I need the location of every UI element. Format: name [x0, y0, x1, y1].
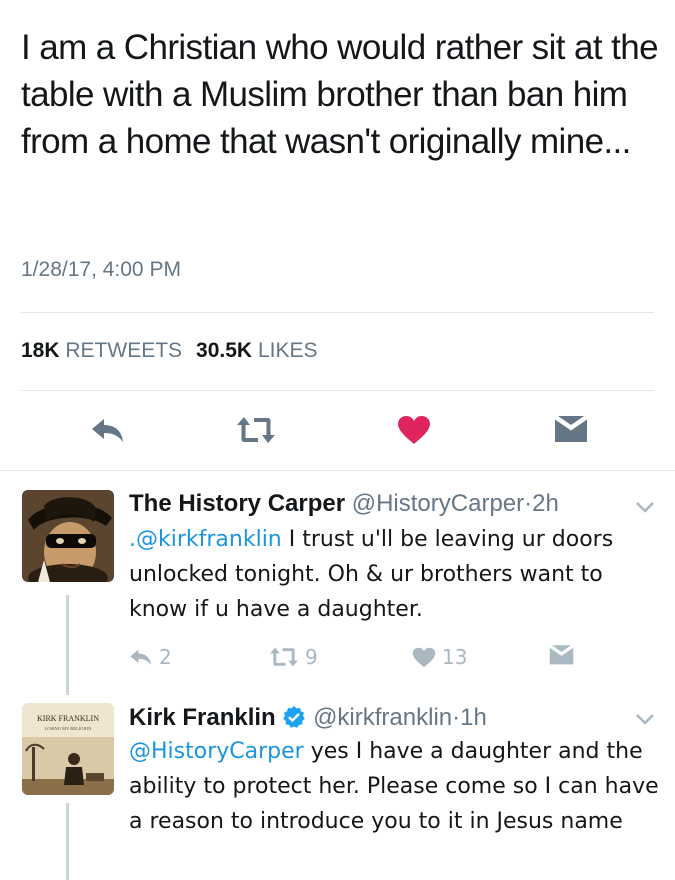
retweet-icon	[237, 417, 275, 443]
avatar-subtitle: LOSING MY RELIGION	[44, 726, 92, 731]
user-handle[interactable]: @HistoryCarper	[352, 490, 524, 517]
envelope-icon	[554, 416, 588, 442]
likes-stat[interactable]: 30.5K LIKES	[196, 339, 317, 362]
avatar-image	[22, 490, 114, 582]
reply-header: Kirk Franklin @kirkfranklin·1h	[129, 704, 487, 732]
main-tweet-actions	[0, 400, 675, 460]
envelope-icon	[549, 645, 574, 665]
retweets-count: 18K	[21, 339, 60, 362]
like-button[interactable]	[394, 412, 434, 448]
tweet-time[interactable]: 1h	[460, 704, 487, 731]
reply-button[interactable]	[88, 412, 128, 448]
main-tweet-timestamp[interactable]: 1/28/17, 4:00 PM	[21, 258, 181, 282]
heart-icon	[398, 416, 430, 444]
divider	[0, 470, 675, 471]
reply-button[interactable]: 2	[129, 645, 172, 669]
user-handle[interactable]: @kirkfranklin	[313, 704, 452, 731]
mention-link[interactable]: @HistoryCarper	[129, 739, 304, 764]
chevron-down-icon[interactable]	[635, 500, 655, 514]
separator-dot: ·	[452, 704, 461, 731]
chevron-down-icon[interactable]	[635, 712, 655, 726]
thread-line	[66, 595, 69, 695]
retweets-label: RETWEETS	[65, 339, 183, 362]
tweet-stats: 18K RETWEETS 30.5K LIKES	[21, 339, 317, 363]
like-count: 13	[442, 645, 468, 669]
retweet-button[interactable]	[236, 412, 276, 448]
reply-header: The History Carper @HistoryCarper·2h	[129, 490, 559, 518]
avatar[interactable]	[22, 490, 114, 582]
retweet-button[interactable]: 9	[269, 645, 318, 669]
tweet-time[interactable]: 2h	[532, 490, 559, 517]
reply-tweet-text: @HistoryCarper yes I have a daughter and…	[129, 734, 659, 839]
direct-message-button[interactable]	[551, 412, 591, 448]
retweet-icon	[270, 647, 298, 667]
display-name[interactable]: The History Carper	[129, 490, 345, 517]
retweets-stat[interactable]: 18K RETWEETS	[21, 339, 182, 362]
reply-count: 2	[159, 645, 172, 669]
reply-icon	[130, 649, 151, 665]
direct-message-button[interactable]	[549, 645, 574, 666]
reply-icon	[92, 419, 123, 442]
divider	[21, 312, 654, 313]
reply-tweet-text: .@kirkfranklin I trust u'll be leaving u…	[129, 522, 659, 627]
divider	[21, 390, 654, 391]
avatar[interactable]: KIRK FRANKLIN LOSING MY RELIGION	[22, 703, 114, 795]
like-button[interactable]: 13	[412, 645, 467, 669]
separator-dot: ·	[524, 490, 533, 517]
display-name[interactable]: Kirk Franklin	[129, 704, 276, 731]
avatar-title: KIRK FRANKLIN	[37, 714, 99, 723]
thread-line	[66, 803, 69, 880]
retweet-count: 9	[305, 645, 318, 669]
likes-label: LIKES	[257, 339, 318, 362]
mention-link[interactable]: .@kirkfranklin	[129, 527, 282, 552]
avatar-image: KIRK FRANKLIN LOSING MY RELIGION	[22, 703, 114, 795]
likes-count: 30.5K	[196, 339, 253, 362]
reply-tweet-actions: 2 9 13	[129, 645, 669, 675]
heart-icon	[412, 647, 436, 667]
main-tweet-text: I am a Christian who would rather sit at…	[21, 28, 659, 161]
verified-badge-icon	[283, 706, 306, 728]
